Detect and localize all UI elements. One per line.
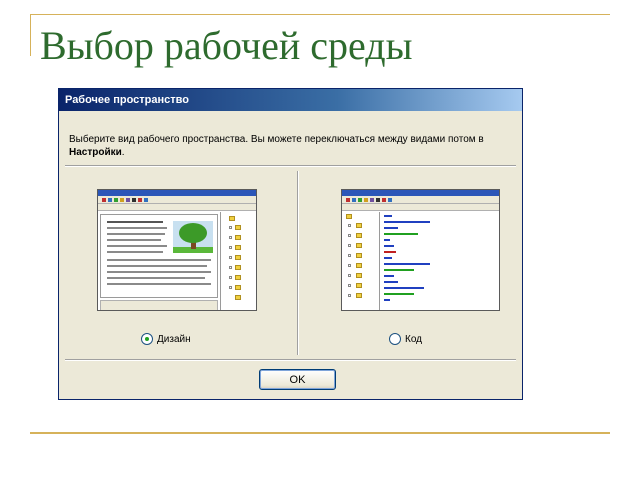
preview-toolbar-secondary — [342, 204, 499, 211]
vertical-separator — [297, 171, 299, 355]
slide-top-rule — [30, 14, 610, 15]
preview-toolbar — [98, 196, 256, 204]
tree-picture-icon — [173, 221, 213, 253]
radio-unselected-icon[interactable] — [389, 333, 401, 345]
code-option-label: Код — [405, 333, 423, 345]
workspace-dialog: Рабочее пространство Выберите вид рабоче… — [58, 88, 523, 400]
top-separator — [65, 165, 516, 167]
slide-bottom-rule — [30, 432, 610, 434]
preview-document-area — [100, 214, 218, 298]
preview-file-tree — [220, 212, 256, 310]
bottom-separator — [65, 359, 516, 361]
dialog-description: Выберите вид рабочего пространства. Вы м… — [69, 133, 519, 159]
preview-body — [342, 212, 499, 310]
description-text: Выберите вид рабочего пространства. Вы м… — [69, 134, 484, 145]
code-preview-image[interactable] — [341, 189, 500, 311]
description-end: . — [121, 147, 125, 158]
ok-button[interactable]: OK — [259, 369, 336, 390]
design-option-label: Дизайн — [157, 333, 191, 345]
preview-toolbar — [342, 196, 499, 204]
code-radio-option[interactable]: Код — [389, 332, 422, 346]
settings-reference: Настройки — [69, 147, 122, 158]
preview-properties-bar — [100, 300, 218, 310]
design-preview-image[interactable] — [97, 189, 257, 311]
preview-body — [98, 212, 256, 310]
preview-toolbar-secondary — [98, 204, 256, 211]
slide-title: Выбор рабочей среды — [40, 23, 413, 68]
preview-file-tree — [342, 212, 380, 310]
radio-selected-icon[interactable] — [141, 333, 153, 345]
dialog-titlebar: Рабочее пространство — [59, 89, 522, 111]
design-radio-option[interactable]: Дизайн — [141, 332, 191, 346]
slide-left-rule — [30, 14, 31, 56]
